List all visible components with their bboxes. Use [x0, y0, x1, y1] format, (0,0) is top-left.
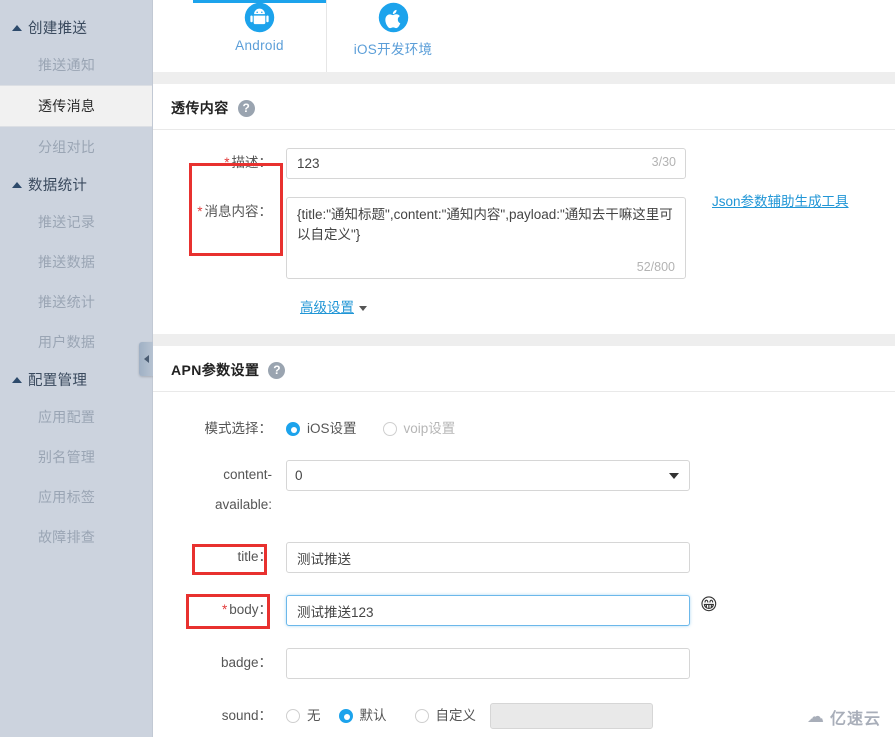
tab-android-label: Android: [235, 38, 284, 53]
json-helper-tool-link[interactable]: Json参数辅助生成工具: [712, 190, 849, 282]
custom-sound-input[interactable]: [490, 703, 653, 729]
title-field-row: title：: [153, 542, 895, 573]
sidebar-item-app-config[interactable]: 应用配置: [0, 397, 152, 437]
sidebar-item-push-statistics[interactable]: 推送统计: [0, 282, 152, 322]
sidebar-group-data-stats: 数据统计 推送记录 推送数据 推送统计 用户数据: [0, 167, 152, 362]
radio-sound-custom-label[interactable]: 自定义: [436, 701, 477, 731]
sidebar-item-app-tags[interactable]: 应用标签: [0, 477, 152, 517]
question-mark-icon[interactable]: ?: [237, 99, 255, 117]
sidebar-item-push-notification[interactable]: 推送通知: [0, 45, 152, 85]
question-mark-icon[interactable]: ?: [268, 361, 286, 379]
radio-ios-settings-label[interactable]: iOS设置: [307, 414, 357, 444]
advanced-settings-row: 高级设置: [153, 296, 895, 316]
radio-ios-settings[interactable]: [286, 422, 300, 436]
passthrough-card-title: 透传内容: [171, 100, 229, 116]
app-root: 创建推送 推送通知 透传消息 分组对比 数据统计 推送记录 推送数据 推送统计 …: [0, 0, 895, 737]
sidebar-group-header-config-management[interactable]: 配置管理: [0, 362, 152, 397]
sidebar: 创建推送 推送通知 透传消息 分组对比 数据统计 推送记录 推送数据 推送统计 …: [0, 0, 153, 737]
sidebar-item-push-records[interactable]: 推送记录: [0, 202, 152, 242]
radio-sound-none[interactable]: [286, 709, 300, 723]
sidebar-collapse-handle[interactable]: [139, 342, 153, 376]
radio-sound-custom[interactable]: [414, 709, 429, 723]
required-asterisk: *: [224, 155, 230, 170]
message-content-row: *消息内容： 52/800: [153, 197, 686, 282]
message-content-counter: 52/800: [636, 260, 675, 274]
radio-voip-settings[interactable]: [382, 422, 397, 436]
cloud-icon: ☁: [806, 707, 825, 726]
sidebar-item-troubleshooting[interactable]: 故障排查: [0, 517, 152, 557]
apn-settings-card: APN参数设置 ? 模式选择： iOS设置 voip设置 content-ava…: [153, 346, 895, 737]
sidebar-item-alias-management[interactable]: 别名管理: [0, 437, 152, 477]
content-available-label: content-available:: [214, 467, 272, 512]
sidebar-group-header-data-stats[interactable]: 数据统计: [0, 167, 152, 202]
badge-field-row: badge：: [153, 648, 895, 679]
description-input-wrap: 3/30: [286, 148, 686, 179]
apple-icon: [378, 2, 408, 33]
tab-ios-dev[interactable]: iOS开发环境: [326, 0, 459, 72]
caret-up-icon: [12, 181, 22, 188]
passthrough-card-header: 透传内容 ?: [153, 84, 895, 130]
platform-tab-bar: Android iOS开发环境: [153, 0, 895, 72]
apn-card-title: APN参数设置: [171, 362, 260, 378]
message-content-textarea[interactable]: [286, 197, 686, 279]
description-counter: 3/30: [651, 155, 676, 169]
description-row: *描述： 3/30: [153, 148, 686, 179]
caret-down-icon: [359, 306, 367, 312]
watermark-text: 亿速云: [829, 711, 881, 728]
message-content-label: * 消息内容：: [197, 204, 272, 219]
sidebar-item-group-comparison[interactable]: 分组对比: [0, 127, 152, 167]
mode-radio-group: iOS设置 voip设置: [286, 414, 481, 444]
title-field-label: title：: [237, 549, 272, 564]
mode-select-row: 模式选择： iOS设置 voip设置: [153, 414, 895, 444]
content-available-select[interactable]: 0 1: [286, 460, 690, 491]
description-input[interactable]: [286, 148, 686, 179]
body-field-input[interactable]: [286, 595, 690, 626]
badge-field-input[interactable]: [286, 648, 690, 679]
required-asterisk: *: [221, 602, 228, 617]
sidebar-group-label: 配置管理: [28, 373, 88, 389]
sound-field-row: sound： 无 默认 自定义: [153, 701, 895, 731]
content-available-row: content-available: 0 1: [153, 460, 895, 520]
radio-sound-none-label[interactable]: 无: [307, 701, 321, 731]
tab-android[interactable]: Android: [193, 0, 326, 72]
sidebar-group-create-push: 创建推送 推送通知 透传消息 分组对比: [0, 10, 152, 167]
advanced-settings-link[interactable]: 高级设置: [300, 300, 354, 315]
apn-card-header: APN参数设置 ?: [153, 346, 895, 392]
sidebar-item-push-data[interactable]: 推送数据: [0, 242, 152, 282]
caret-up-icon: [12, 24, 22, 31]
required-asterisk: *: [197, 204, 203, 219]
sidebar-group-label: 创建推送: [28, 21, 88, 37]
sidebar-group-header-create-push[interactable]: 创建推送: [0, 10, 152, 45]
passthrough-content-card: 透传内容 ? *描述： 3/30: [153, 84, 895, 334]
caret-left-icon: [143, 355, 149, 363]
radio-sound-default-label[interactable]: 默认: [360, 701, 387, 731]
message-content-textarea-wrap: 52/800: [286, 197, 686, 282]
sidebar-group-config-management: 配置管理 应用配置 别名管理 应用标签 故障排查: [0, 362, 152, 557]
grinning-face-emoji-icon[interactable]: 😁: [700, 595, 720, 615]
caret-up-icon: [12, 376, 22, 383]
body-field-row: *body： 😁: [153, 595, 895, 626]
sound-radio-group: 无 默认 自定义: [286, 701, 653, 731]
android-icon: [244, 2, 275, 33]
content-available-select-wrap: 0 1: [286, 460, 690, 491]
description-label: * 描述：: [224, 155, 272, 170]
watermark: ☁ 亿速云: [807, 705, 881, 729]
sidebar-item-passthrough-message[interactable]: 透传消息: [0, 85, 152, 127]
mode-select-label: 模式选择：: [204, 421, 273, 436]
title-field-input[interactable]: [286, 542, 690, 573]
tab-ios-dev-label: iOS开发环境: [353, 42, 433, 57]
sidebar-group-label: 数据统计: [28, 178, 88, 194]
body-field-label: * body：: [221, 602, 272, 617]
main-content: Android iOS开发环境 透传内容 ? * 描述： 123 3/30 * …: [153, 0, 895, 737]
radio-sound-default[interactable]: [338, 709, 353, 723]
radio-voip-settings-label[interactable]: voip设置: [404, 414, 456, 444]
badge-field-label: badge：: [220, 655, 272, 670]
sidebar-item-user-data[interactable]: 用户数据: [0, 322, 152, 362]
sound-field-label: sound：: [221, 708, 272, 723]
